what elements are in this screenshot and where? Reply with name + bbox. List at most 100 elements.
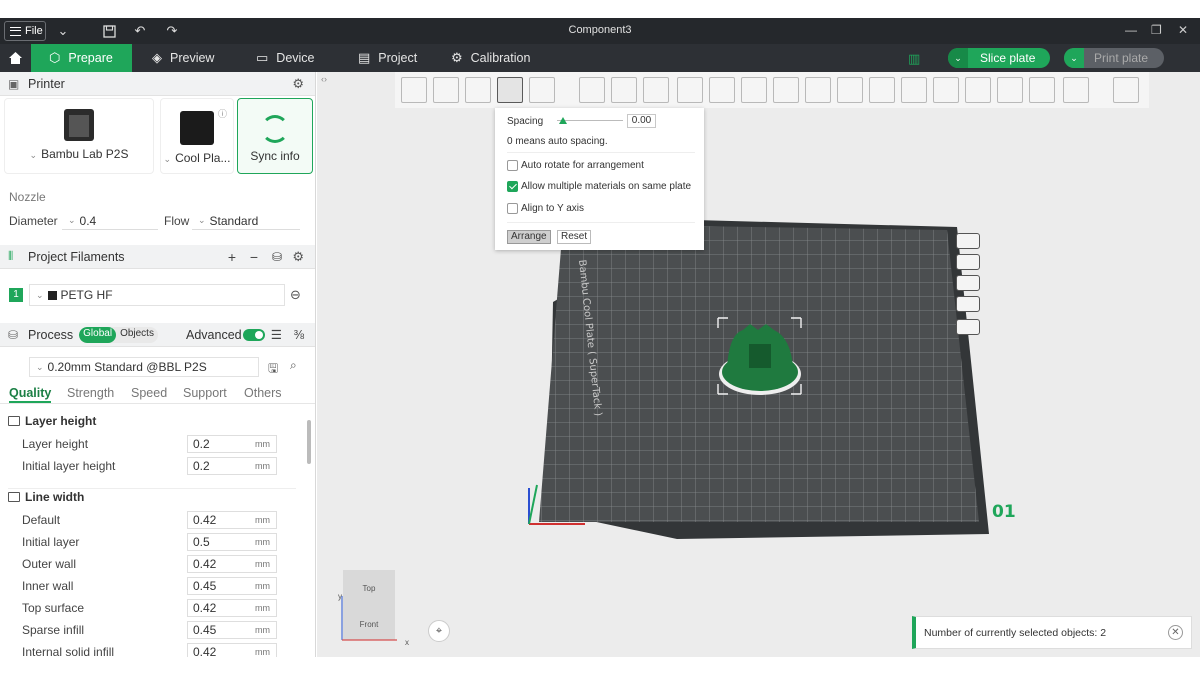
auto-orient-icon[interactable] [465,77,491,103]
setting-unit: mm [255,559,270,569]
flow-select[interactable]: ⌄ Standard [192,212,300,230]
list-icon[interactable]: ☰ [271,327,282,342]
info-icon[interactable]: ⓘ [218,107,227,120]
tab-preview[interactable]: ◈ Preview [152,44,214,72]
status-notification: Number of currently selected objects: 2 … [912,616,1192,649]
delete-plate-icon[interactable] [956,233,980,249]
lay-on-face-icon[interactable] [677,77,703,103]
process-preset-select[interactable]: ⌄ 0.20mm Standard @BBL P2S [29,357,259,377]
reset-button[interactable]: Reset [557,230,592,244]
ruler-icon[interactable] [1063,77,1089,103]
orient-plate-icon[interactable] [956,275,980,291]
rotate-icon[interactable] [611,77,637,103]
tab-device[interactable]: ▭ Device [256,44,315,72]
divider [507,222,695,223]
slice-plate-label: Slice plate [980,51,1036,65]
spacing-slider-handle[interactable] [559,117,567,124]
add-filament-icon[interactable]: + [228,249,236,265]
filament-sync-icon[interactable]: ⛁ [272,250,282,264]
move-icon[interactable] [579,77,605,103]
global-objects-toggle[interactable]: Global Objects [79,326,158,343]
group-layer-height: Layer height [8,414,96,428]
print-dropdown-icon[interactable]: ⌄ [1064,48,1084,68]
nozzle-diameter-select[interactable]: ⌄ 0.4 [62,212,158,230]
support-paint-icon[interactable] [773,77,799,103]
plate-type-card[interactable]: ⓘ ⌄ Cool Pla... [160,98,234,174]
slice-dropdown-icon[interactable]: ⌄ [948,48,968,68]
home-button[interactable] [0,44,30,72]
setting-input[interactable]: 0.42 mm [187,599,277,617]
setting-input[interactable]: 0.5 mm [187,533,277,551]
close-notification-icon[interactable]: ✕ [1168,625,1183,640]
auto-rotate-checkbox[interactable] [507,160,518,171]
slice-plate-button[interactable]: ⌄ Slice plate [948,48,1050,68]
setting-input[interactable]: 0.2 mm [187,435,277,453]
close-window-icon[interactable]: ✕ [1178,23,1188,37]
boolean-icon[interactable] [741,77,767,103]
variable-layer-icon[interactable] [997,77,1023,103]
object-list-icon[interactable] [1029,77,1055,103]
add-plate-icon[interactable] [433,77,459,103]
process-preset-name: 0.20mm Standard @BBL P2S [47,360,207,374]
print-plate-button[interactable]: ⌄ Print plate [1064,48,1164,68]
restore-icon[interactable]: ❐ [1151,23,1162,37]
sync-info-button[interactable]: Sync info [237,98,313,174]
spacing-input[interactable]: 0.00 [627,114,656,128]
arrange-button[interactable]: Arrange [507,230,551,244]
compare-icon[interactable]: ⅜ [294,328,304,342]
align-y-checkbox[interactable] [507,203,518,214]
scale-icon[interactable] [643,77,669,103]
setting-input[interactable]: 0.45 mm [187,621,277,639]
plate-layout-icon[interactable]: ▥ [908,51,920,67]
filament-select[interactable]: ⌄ PETG HF [29,284,285,306]
minimize-icon[interactable]: — [1125,23,1137,37]
printer-settings-gear-icon[interactable]: ⚙ [292,76,304,92]
tab-prepare[interactable]: ⬡ Prepare [31,44,132,72]
diameter-value: 0.4 [79,213,97,228]
group-line-width-title: Line width [25,490,85,504]
remove-filament-circle-icon[interactable]: ⊖ [290,287,301,303]
fit-view-icon[interactable]: ⌖ [428,620,450,642]
filament-settings-gear-icon[interactable]: ⚙ [292,249,304,265]
advanced-toggle[interactable] [243,329,265,341]
search-icon[interactable]: ⌕ [290,358,297,373]
3d-viewport[interactable]: ‹› Bambu Cool Plate ( SuperTack ) 01 Spa… [317,72,1200,657]
setting-unit: mm [255,461,270,471]
view-plate-icon[interactable] [956,319,980,335]
subtab-speed[interactable]: Speed [131,386,167,400]
subtab-support[interactable]: Support [183,386,227,400]
setting-input[interactable]: 0.42 mm [187,511,277,529]
layers-icon: ◈ [152,50,162,65]
setting-input[interactable]: 0.2 mm [187,457,277,475]
arrange-plate-icon[interactable] [956,254,980,270]
measure-icon[interactable] [933,77,959,103]
add-object-icon[interactable] [401,77,427,103]
text-icon[interactable] [837,77,863,103]
setting-input[interactable]: 0.42 mm [187,555,277,573]
subtab-others[interactable]: Others [244,386,282,400]
arrange-icon[interactable] [497,77,523,103]
lock-plate-icon[interactable] [956,296,980,312]
save-preset-icon[interactable]: 🖫 [268,359,278,380]
split-icon[interactable] [529,77,555,103]
tab-project[interactable]: ▤ Project [358,44,417,72]
multi-material-checkbox[interactable] [507,181,518,192]
view-options-icon[interactable] [1113,77,1139,103]
toggle-objects[interactable]: Objects [116,327,158,343]
tab-calibration[interactable]: ⚙ Calibration [451,44,530,72]
seam-paint-icon[interactable] [901,77,927,103]
printer-card[interactable]: ⌄ Bambu Lab P2S [4,98,154,174]
emboss-icon[interactable] [869,77,895,103]
tab-prepare-label: Prepare [68,51,113,65]
toggle-global[interactable]: Global [79,326,117,343]
setting-input[interactable]: 0.45 mm [187,577,277,595]
remove-filament-icon[interactable]: − [250,249,258,265]
color-paint-icon[interactable] [805,77,831,103]
subtab-strength[interactable]: Strength [67,386,114,400]
window-title: Component3 [568,24,632,36]
assembly-icon[interactable] [965,77,991,103]
settings-scrollbar[interactable] [307,420,311,464]
subtab-quality[interactable]: Quality [9,386,52,403]
setting-input[interactable]: 0.42 mm [187,643,277,657]
cut-icon[interactable] [709,77,735,103]
